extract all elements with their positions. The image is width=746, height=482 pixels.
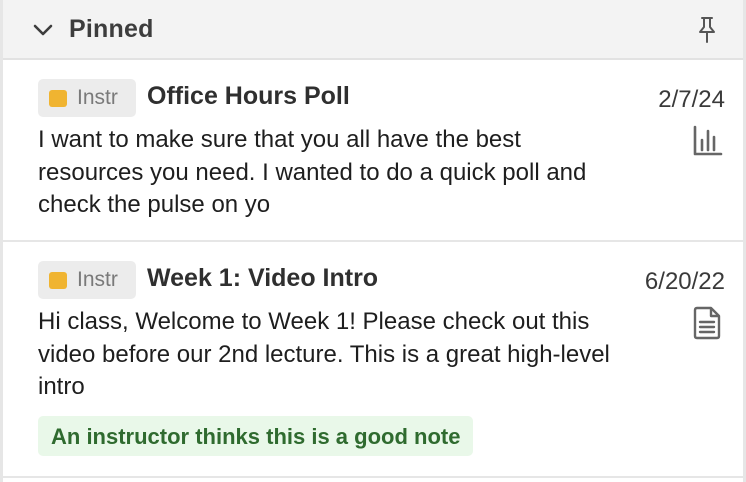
post-title: Week 1: Video Intro (147, 264, 379, 292)
post-preview: I want to make sure that you all have th… (38, 126, 587, 218)
chevron-down-icon[interactable] (31, 18, 55, 42)
badge-label: Instr (77, 268, 118, 291)
note-icon (693, 306, 721, 340)
badge-label: Instr (77, 86, 118, 109)
instructor-badge: Instr (38, 79, 136, 117)
post-title: Office Hours Poll (147, 82, 350, 110)
section-title: Pinned (69, 15, 154, 43)
pinned-panel: Pinned Instr Office Hours Poll 2/7/24 I … (0, 0, 746, 482)
endorsement-banner: An instructor thinks this is a good note (38, 416, 474, 456)
post-preview: Hi class, Welcome to Week 1! Please chec… (38, 308, 610, 400)
poll-icon (693, 125, 723, 156)
post-item[interactable]: Instr Week 1: Video Intro 6/20/22 Hi cla… (3, 244, 743, 478)
pinned-section-header[interactable]: Pinned (3, 0, 743, 60)
badge-color-square (49, 272, 67, 289)
pin-icon[interactable] (693, 15, 721, 45)
instructor-badge: Instr (38, 261, 136, 299)
badge-color-square (49, 90, 67, 107)
post-date: 6/20/22 (644, 268, 725, 295)
post-item[interactable]: Instr Office Hours Poll 2/7/24 I want to… (3, 62, 743, 242)
post-date: 2/7/24 (658, 86, 725, 113)
